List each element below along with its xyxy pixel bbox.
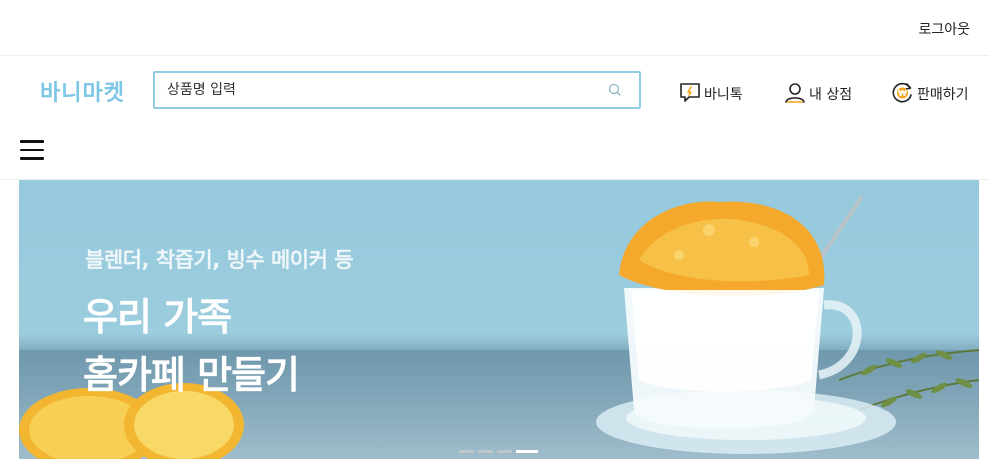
carousel-dot-active[interactable] [516,450,538,453]
banner-title-line-1: 우리 가족 [83,295,232,339]
category-menu-bar [0,123,989,180]
search-box [153,71,641,109]
banner-title: 우리 가족 홈카페 만들기 [83,288,300,404]
carousel-dot[interactable] [459,450,474,453]
search-icon[interactable] [607,82,623,98]
banner-title-line-2: 홈카페 만들기 [83,353,300,397]
svg-text:₩: ₩ [898,89,907,98]
nav-talk-link[interactable]: 바니톡 [678,79,743,105]
carousel-indicator [459,450,538,453]
hero-banner[interactable]: 블렌더, 착즙기, 빙수 메이커 등 우리 가족 홈카페 만들기 [19,180,979,459]
nav-my-store-label: 내 상점 [809,87,853,103]
search-input[interactable] [167,80,597,100]
banner-subtitle: 블렌더, 착즙기, 빙수 메이커 등 [85,248,354,272]
chat-bubble-icon [678,81,702,105]
nav-my-store-link[interactable]: 내 상점 [783,79,852,105]
won-coin-sell-icon: ₩ [891,81,915,105]
user-icon [783,81,807,105]
hamburger-menu-icon[interactable] [20,140,44,160]
main-header: 바니마켓 바니톡 내 상점 [0,57,989,123]
nav-sell-link[interactable]: ₩ 판매하기 [891,79,969,105]
site-logo[interactable]: 바니마켓 [40,75,125,107]
carousel-dot[interactable] [497,450,512,453]
carousel-dot[interactable] [478,450,493,453]
nav-talk-label: 바니톡 [704,87,743,103]
nav-sell-label: 판매하기 [917,87,969,103]
top-utility-bar: 로그아웃 [0,0,989,56]
logout-link[interactable]: 로그아웃 [918,19,970,39]
